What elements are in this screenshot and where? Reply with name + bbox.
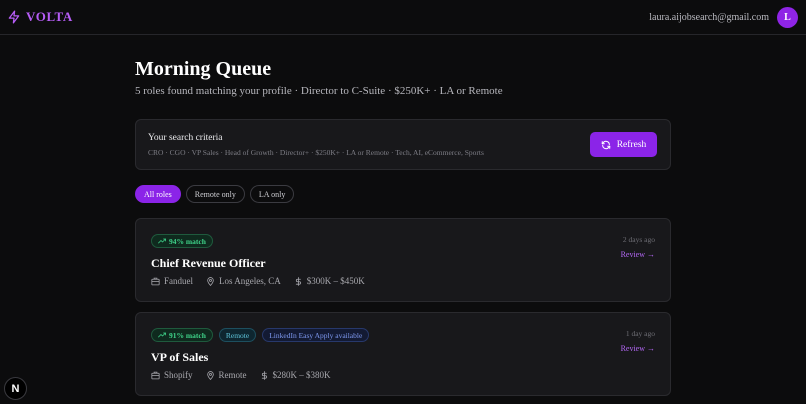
salary: $300K – $450K: [294, 276, 365, 286]
map-pin-icon: [206, 276, 215, 286]
brand-logo[interactable]: VOLTA: [7, 9, 73, 25]
company-name: Shopify: [164, 370, 193, 380]
map-pin-icon: [206, 370, 215, 380]
filter-chips: All roles Remote only LA only: [135, 185, 295, 203]
posted-date: 1 day ago: [625, 329, 655, 338]
location: Los Angeles, CA: [206, 276, 281, 286]
building-icon: [151, 371, 160, 380]
trending-up-icon: [158, 332, 166, 338]
filter-all-roles[interactable]: All roles: [135, 185, 181, 203]
location: Remote: [206, 370, 247, 380]
location-text: Los Angeles, CA: [219, 276, 281, 286]
refresh-label: Refresh: [616, 139, 647, 150]
user-email: laura.aijobsearch@gmail.com: [649, 11, 769, 23]
match-label: 91% match: [169, 330, 206, 340]
page-subtitle: 5 roles found matching your profile · Di…: [135, 85, 503, 97]
building-icon: [151, 277, 160, 286]
criteria-values: CRO · CGO · VP Sales · Head of Growth · …: [148, 148, 484, 157]
refresh-button[interactable]: Refresh: [590, 132, 657, 157]
page-title: Morning Queue: [135, 58, 272, 80]
trending-up-icon: [158, 238, 166, 244]
salary-range: $280K – $380K: [272, 370, 331, 380]
nextjs-dev-badge[interactable]: N: [4, 377, 27, 400]
filter-la-only[interactable]: LA only: [249, 185, 295, 203]
match-label: 94% match: [169, 236, 206, 246]
refresh-icon: [601, 140, 611, 150]
job-badges: 94% match: [151, 234, 213, 248]
match-badge: 91% match: [151, 328, 213, 342]
job-badges: 91% match Remote LinkedIn Easy Apply ava…: [151, 328, 370, 342]
company-name: Fanduel: [164, 276, 193, 286]
dollar-icon: [260, 370, 269, 380]
search-criteria-panel: Your search criteria CRO · CGO · VP Sale…: [135, 119, 671, 170]
easy-apply-badge: LinkedIn Easy Apply available: [262, 328, 370, 342]
posted-date: 2 days ago: [622, 235, 655, 244]
filter-remote-only[interactable]: Remote only: [185, 185, 245, 203]
user-menu[interactable]: laura.aijobsearch@gmail.com L: [649, 6, 798, 28]
criteria-label: Your search criteria: [148, 133, 223, 143]
job-card[interactable]: 94% match Chief Revenue Officer Fanduel …: [135, 218, 671, 302]
salary: $280K – $380K: [260, 370, 331, 380]
top-navigation-bar: VOLTA laura.aijobsearch@gmail.com L: [0, 0, 806, 35]
job-card[interactable]: 91% match Remote LinkedIn Easy Apply ava…: [135, 312, 671, 396]
job-title[interactable]: VP of Sales: [151, 350, 208, 365]
company: Fanduel: [151, 276, 193, 286]
remote-badge: Remote: [218, 328, 257, 342]
review-link[interactable]: Review →: [621, 344, 655, 353]
job-meta: Shopify Remote $280K – $380K: [151, 370, 331, 380]
location-text: Remote: [218, 370, 247, 380]
salary-range: $300K – $450K: [306, 276, 365, 286]
dollar-icon: [294, 276, 303, 286]
brand-name: VOLTA: [26, 9, 73, 24]
avatar[interactable]: L: [777, 6, 798, 28]
review-link[interactable]: Review →: [621, 250, 655, 259]
job-title[interactable]: Chief Revenue Officer: [151, 256, 266, 271]
lightning-bolt-icon: [7, 10, 21, 24]
match-badge: 94% match: [151, 234, 213, 248]
job-meta: Fanduel Los Angeles, CA $300K – $450K: [151, 276, 365, 286]
company: Shopify: [151, 370, 193, 380]
